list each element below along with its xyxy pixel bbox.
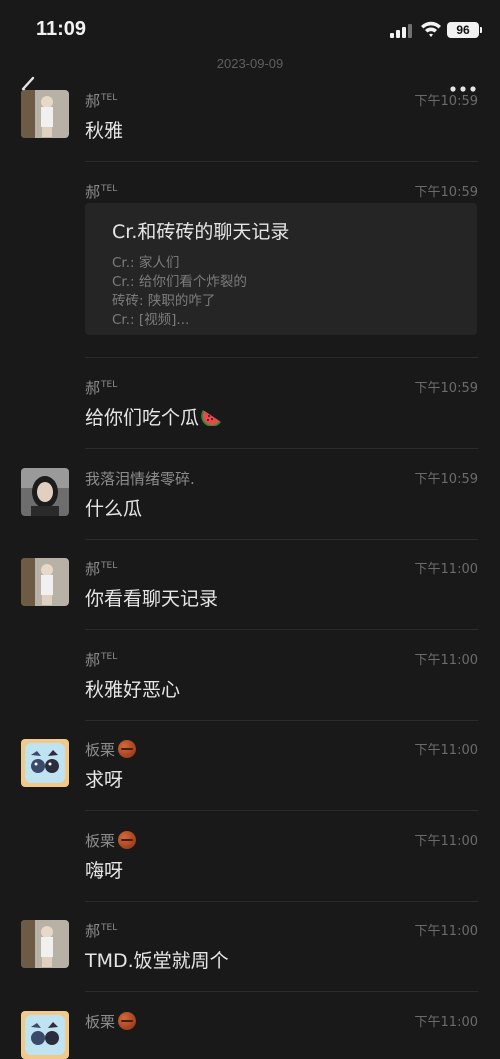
divider bbox=[85, 357, 478, 358]
sender-name: 板栗 bbox=[85, 1011, 137, 1032]
battery-tip bbox=[480, 27, 482, 33]
message-time: 下午11:00 bbox=[414, 834, 478, 849]
message-text-content: 给你们吃个瓜 bbox=[85, 407, 200, 429]
chestnut-icon bbox=[118, 831, 137, 849]
message-time: 下午11:00 bbox=[414, 562, 478, 577]
sender-name: 郝TEL bbox=[85, 651, 118, 669]
message-text[interactable]: 秋雅好恶心 bbox=[85, 675, 180, 702]
divider bbox=[85, 810, 478, 811]
divider bbox=[85, 161, 478, 162]
avatar[interactable] bbox=[21, 1011, 69, 1059]
message-text[interactable]: 什么瓜 bbox=[85, 494, 142, 521]
battery-icon: 96 bbox=[447, 22, 479, 38]
divider bbox=[85, 539, 478, 540]
date-divider: 2023-09-09 bbox=[216, 56, 284, 71]
sender-name: 我落泪情绪零碎. bbox=[85, 470, 195, 488]
sender-name: 板栗 bbox=[85, 739, 137, 760]
chat-record-line: Cr.: 给你们看个炸裂的 bbox=[112, 274, 247, 290]
chat-record-line: 砖砖: 陕职的咋了 bbox=[112, 293, 216, 309]
message-text[interactable]: 给你们吃个瓜 bbox=[85, 403, 223, 430]
chat-record-line: Cr.: [视频]... bbox=[112, 312, 190, 328]
chestnut-icon bbox=[118, 1012, 137, 1030]
signal-icon bbox=[390, 22, 414, 38]
sender-name: 板栗 bbox=[85, 830, 137, 851]
avatar[interactable] bbox=[21, 920, 69, 968]
message-time: 下午10:59 bbox=[414, 381, 478, 396]
message-text[interactable]: TMD.饭堂就周个 bbox=[85, 946, 229, 973]
divider bbox=[85, 448, 478, 449]
divider bbox=[85, 629, 478, 630]
watermelon-icon bbox=[201, 410, 222, 426]
wifi-icon bbox=[421, 21, 441, 37]
message-time: 下午10:59 bbox=[414, 94, 478, 109]
message-text[interactable]: 你看看聊天记录 bbox=[85, 584, 218, 611]
sender-name: 郝TEL bbox=[85, 560, 118, 578]
message-time: 下午10:59 bbox=[414, 472, 478, 487]
message-time: 下午11:00 bbox=[414, 653, 478, 668]
sender-name: 郝TEL bbox=[85, 379, 118, 397]
divider bbox=[85, 901, 478, 902]
chat-record-line: Cr.: 家人们 bbox=[112, 255, 180, 271]
avatar[interactable] bbox=[21, 739, 69, 787]
avatar[interactable] bbox=[21, 558, 69, 606]
message-text[interactable]: 求呀 bbox=[85, 765, 123, 792]
chestnut-icon bbox=[118, 740, 137, 758]
divider bbox=[85, 991, 478, 992]
status-time: 11:09 bbox=[36, 18, 87, 40]
message-text[interactable]: 秋雅 bbox=[85, 116, 123, 143]
sender-name: 郝TEL bbox=[85, 922, 118, 940]
message-time: 下午11:00 bbox=[414, 924, 478, 939]
chat-record-card[interactable]: Cr.和砖砖的聊天记录 Cr.: 家人们 Cr.: 给你们看个炸裂的 砖砖: 陕… bbox=[85, 203, 477, 335]
sender-name: 郝TEL bbox=[85, 92, 118, 110]
sender-name: 郝TEL bbox=[85, 183, 118, 201]
message-text[interactable]: 嗨呀 bbox=[85, 856, 123, 883]
status-bar: 11:09 96 bbox=[0, 0, 500, 60]
chat-record-title: Cr.和砖砖的聊天记录 bbox=[112, 221, 290, 243]
message-time: 下午11:00 bbox=[414, 743, 478, 758]
divider bbox=[85, 720, 478, 721]
message-time: 下午11:00 bbox=[414, 1015, 478, 1030]
avatar[interactable] bbox=[21, 468, 69, 516]
message-time: 下午10:59 bbox=[414, 185, 478, 200]
avatar[interactable] bbox=[21, 90, 69, 138]
